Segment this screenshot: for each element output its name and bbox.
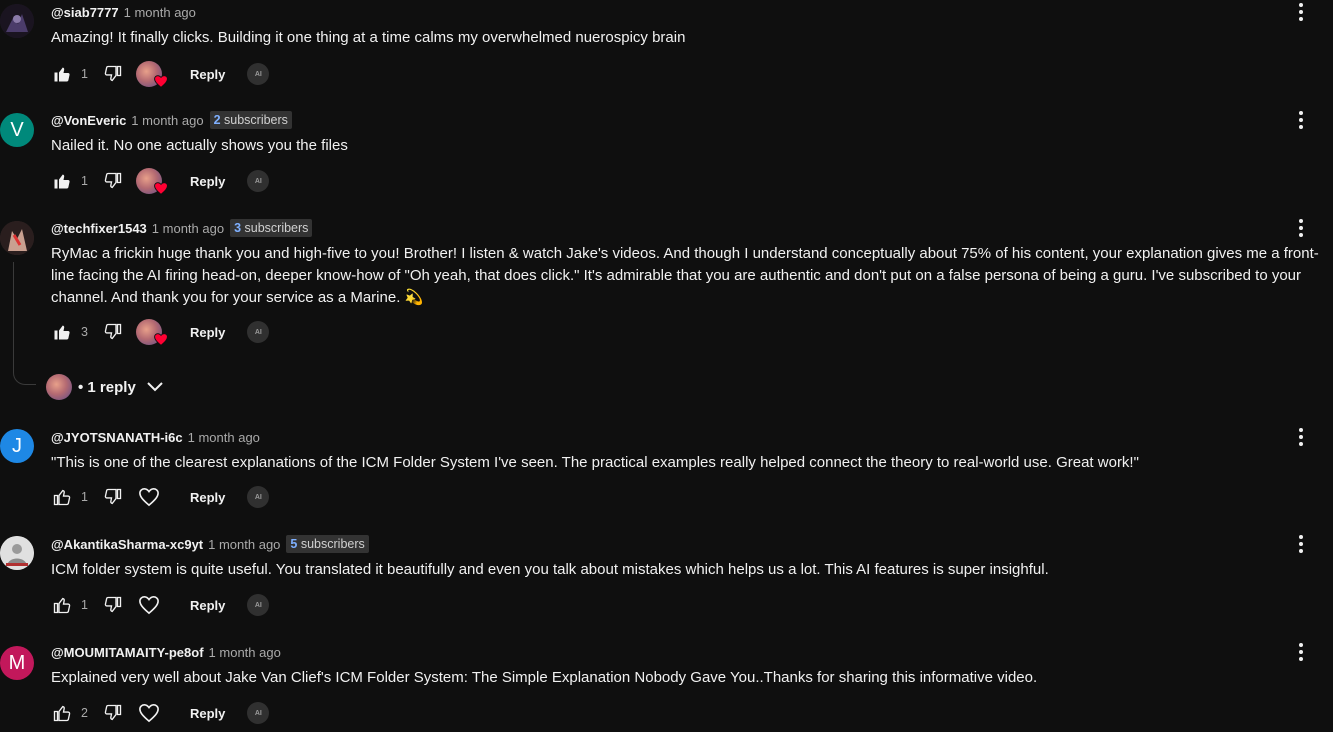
reply-button[interactable]: Reply bbox=[190, 174, 225, 189]
comment-timestamp[interactable]: 1 month ago bbox=[124, 5, 196, 20]
comment-author[interactable]: @siab7777 bbox=[51, 5, 119, 20]
comment-author[interactable]: @techfixer1543 bbox=[51, 221, 147, 236]
like-count: 1 bbox=[81, 174, 88, 188]
subscriber-badge: 5 subscribers bbox=[286, 535, 369, 553]
more-options-icon[interactable] bbox=[1291, 425, 1311, 449]
heart-icon bbox=[154, 75, 168, 93]
creator-heart-badge bbox=[135, 61, 168, 88]
heart-outline-icon[interactable] bbox=[138, 485, 160, 509]
heart-icon bbox=[154, 182, 168, 200]
ai-summary-icon[interactable]: AI bbox=[247, 170, 270, 192]
reply-button[interactable]: Reply bbox=[190, 706, 225, 721]
thread-connector bbox=[13, 262, 36, 385]
like-count: 1 bbox=[81, 490, 88, 504]
comment-author[interactable]: @AkantikaSharma-xc9yt bbox=[51, 537, 203, 552]
dislike-icon[interactable] bbox=[102, 593, 124, 617]
like-count: 1 bbox=[81, 67, 88, 81]
subscriber-badge: 3 subscribers bbox=[230, 219, 313, 237]
comment-timestamp[interactable]: 1 month ago bbox=[209, 645, 281, 660]
creator-heart-badge bbox=[135, 319, 168, 346]
ai-summary-icon[interactable]: AI bbox=[247, 594, 270, 616]
more-options-icon[interactable] bbox=[1291, 216, 1311, 240]
more-options-icon[interactable] bbox=[1291, 532, 1311, 556]
avatar[interactable] bbox=[0, 536, 34, 570]
like-filled-icon[interactable] bbox=[51, 62, 73, 86]
like-filled-icon[interactable] bbox=[51, 320, 73, 344]
replier-avatar bbox=[46, 374, 72, 400]
comment-timestamp[interactable]: 1 month ago bbox=[208, 537, 280, 552]
like-icon[interactable] bbox=[51, 701, 73, 725]
ai-summary-icon[interactable]: AI bbox=[247, 702, 270, 724]
dislike-icon[interactable] bbox=[102, 62, 124, 86]
comment-timestamp[interactable]: 1 month ago bbox=[152, 221, 224, 236]
heart-icon bbox=[154, 333, 168, 351]
comment-text: Nailed it. No one actually shows you the… bbox=[51, 137, 348, 154]
comment-timestamp[interactable]: 1 month ago bbox=[131, 113, 203, 128]
dislike-icon[interactable] bbox=[102, 169, 124, 193]
comment-author[interactable]: @JYOTSNANATH-i6c bbox=[51, 430, 183, 445]
heart-outline-icon[interactable] bbox=[138, 701, 160, 725]
comment-text: "This is one of the clearest explanation… bbox=[51, 454, 1139, 471]
ai-summary-icon[interactable]: AI bbox=[247, 321, 270, 343]
avatar[interactable] bbox=[0, 4, 34, 38]
comment-author[interactable]: @MOUMITAMAITY-pe8of bbox=[51, 645, 204, 660]
reply-button[interactable]: Reply bbox=[190, 325, 225, 340]
avatar[interactable]: J bbox=[0, 429, 34, 463]
comment-text: ICM folder system is quite useful. You t… bbox=[51, 561, 1049, 578]
comment-timestamp[interactable]: 1 month ago bbox=[188, 430, 260, 445]
comment-author[interactable]: @VonEveric bbox=[51, 113, 126, 128]
like-filled-icon[interactable] bbox=[51, 169, 73, 193]
like-count: 2 bbox=[81, 706, 88, 720]
replies-count[interactable]: • 1 reply bbox=[78, 379, 136, 396]
dislike-icon[interactable] bbox=[102, 485, 124, 509]
dislike-icon[interactable] bbox=[102, 701, 124, 725]
ai-summary-icon[interactable]: AI bbox=[247, 63, 270, 85]
creator-heart-badge bbox=[135, 168, 168, 195]
reply-button[interactable]: Reply bbox=[190, 67, 225, 82]
more-options-icon[interactable] bbox=[1291, 0, 1311, 24]
like-count: 1 bbox=[81, 598, 88, 612]
reply-button[interactable]: Reply bbox=[190, 490, 225, 505]
chevron-down-icon[interactable] bbox=[146, 381, 164, 393]
avatar[interactable]: M bbox=[0, 646, 34, 680]
replies-toggle[interactable]: • 1 reply bbox=[46, 373, 164, 401]
reply-button[interactable]: Reply bbox=[190, 598, 225, 613]
heart-outline-icon[interactable] bbox=[138, 593, 160, 617]
subscriber-badge: 2 subscribers bbox=[209, 111, 292, 129]
more-options-icon[interactable] bbox=[1291, 640, 1311, 664]
comment-text: Amazing! It finally clicks. Building it … bbox=[51, 29, 686, 46]
ai-summary-icon[interactable]: AI bbox=[247, 486, 270, 508]
like-icon[interactable] bbox=[51, 593, 73, 617]
avatar[interactable]: V bbox=[0, 113, 34, 147]
comment-text: Explained very well about Jake Van Clief… bbox=[51, 669, 1038, 686]
comment-text: RyMac a frickin huge thank you and high-… bbox=[51, 245, 1319, 306]
like-count: 3 bbox=[81, 325, 88, 339]
dislike-icon[interactable] bbox=[102, 320, 124, 344]
more-options-icon[interactable] bbox=[1291, 108, 1311, 132]
like-icon[interactable] bbox=[51, 485, 73, 509]
avatar[interactable] bbox=[0, 221, 34, 255]
